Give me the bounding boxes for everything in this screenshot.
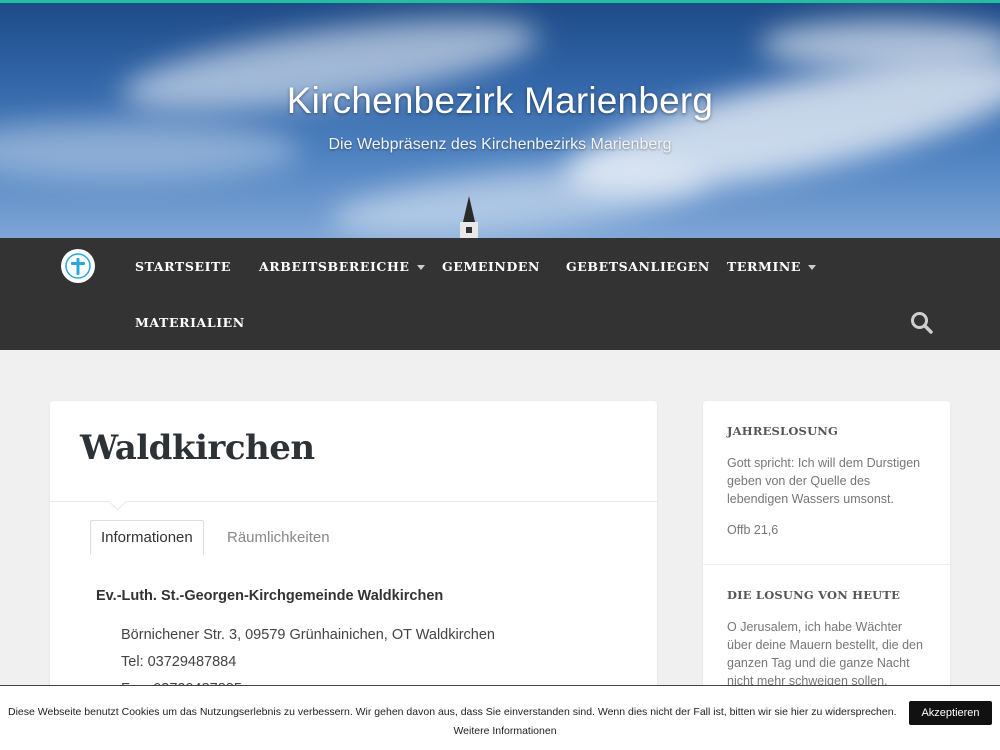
widget-title-losung-heute: DIE LOSUNG VON HEUTE <box>727 588 901 602</box>
top-accent-line <box>0 0 1000 3</box>
title-divider <box>50 501 657 502</box>
caret-down-icon <box>808 265 817 270</box>
cross-logo-icon[interactable] <box>61 249 95 283</box>
church-steeple-image <box>460 196 478 238</box>
cookie-more-info-link[interactable]: Weitere Informationen <box>0 725 1000 737</box>
cookie-consent-bar: Diese Webseite benutzt Cookies um das Nu… <box>0 685 1000 750</box>
widget-text-line: O Jerusalem, ich habe Wächter <box>727 620 903 634</box>
search-icon[interactable] <box>909 310 935 336</box>
nav-item-termine[interactable]: TERMINE <box>727 259 817 274</box>
widget-reference: Offb 21,6 <box>727 523 779 537</box>
site-header: Kirchenbezirk Marienberg Die Webpräsenz … <box>0 0 1000 238</box>
nav-item-startseite[interactable]: STARTSEITE <box>135 259 231 274</box>
widget-text-line: geben von der Quelle des <box>727 474 871 488</box>
nav-item-arbeitsbereiche[interactable]: ARBEITSBEREICHE <box>259 259 425 274</box>
widget-text-line: Gott spricht: Ich will dem Durstigen <box>727 456 921 470</box>
site-title[interactable]: Kirchenbezirk Marienberg <box>0 80 1000 122</box>
nav-item-gemeinden[interactable]: GEMEINDEN <box>442 259 540 274</box>
address-line: Börnichener Str. 3, 09579 Grünhainichen,… <box>121 627 495 643</box>
nav-item-label: MATERIALIEN <box>135 315 245 330</box>
nav-item-label: GEMEINDEN <box>442 259 541 274</box>
widget-divider <box>703 564 950 565</box>
cookie-accept-button[interactable]: Akzeptieren <box>909 701 992 725</box>
main-navigation <box>0 238 1000 350</box>
nav-item-label: TERMINE <box>727 259 802 274</box>
widget-text-line: ganzen Tag und die ganze Nacht <box>727 656 910 670</box>
tab-raeumlichkeiten[interactable]: Räumlichkeiten <box>217 521 340 556</box>
caret-down-icon <box>416 265 425 270</box>
organization-name: Ev.-Luth. St.-Georgen-Kirchgemeinde Wald… <box>96 588 444 604</box>
phone-line: Tel: 03729487884 <box>121 654 237 670</box>
site-tagline: Die Webpräsenz des Kirchenbezirks Marien… <box>328 136 672 153</box>
tab-informationen[interactable]: Informationen <box>90 520 204 555</box>
cross-icon <box>65 253 91 279</box>
widget-text-line: lebendigen Wassers umsonst. <box>727 492 894 506</box>
nav-item-gebetsanliegen[interactable]: GEBETSANLIEGEN <box>566 259 710 274</box>
widget-title-jahreslosung: JAHRESLOSUNG <box>727 424 839 438</box>
nav-item-label: GEBETSANLIEGEN <box>566 259 710 274</box>
page-title: Waldkirchen <box>80 428 315 468</box>
nav-item-label: STARTSEITE <box>135 259 232 274</box>
widget-text-line: über deine Mauern bestellt, die den <box>727 638 923 652</box>
nav-item-label: ARBEITSBEREICHE <box>259 259 410 274</box>
nav-item-materialien[interactable]: MATERIALIEN <box>135 315 245 330</box>
sky-cloud <box>760 20 1000 70</box>
cookie-text: Diese Webseite benutzt Cookies um das Nu… <box>8 706 897 718</box>
